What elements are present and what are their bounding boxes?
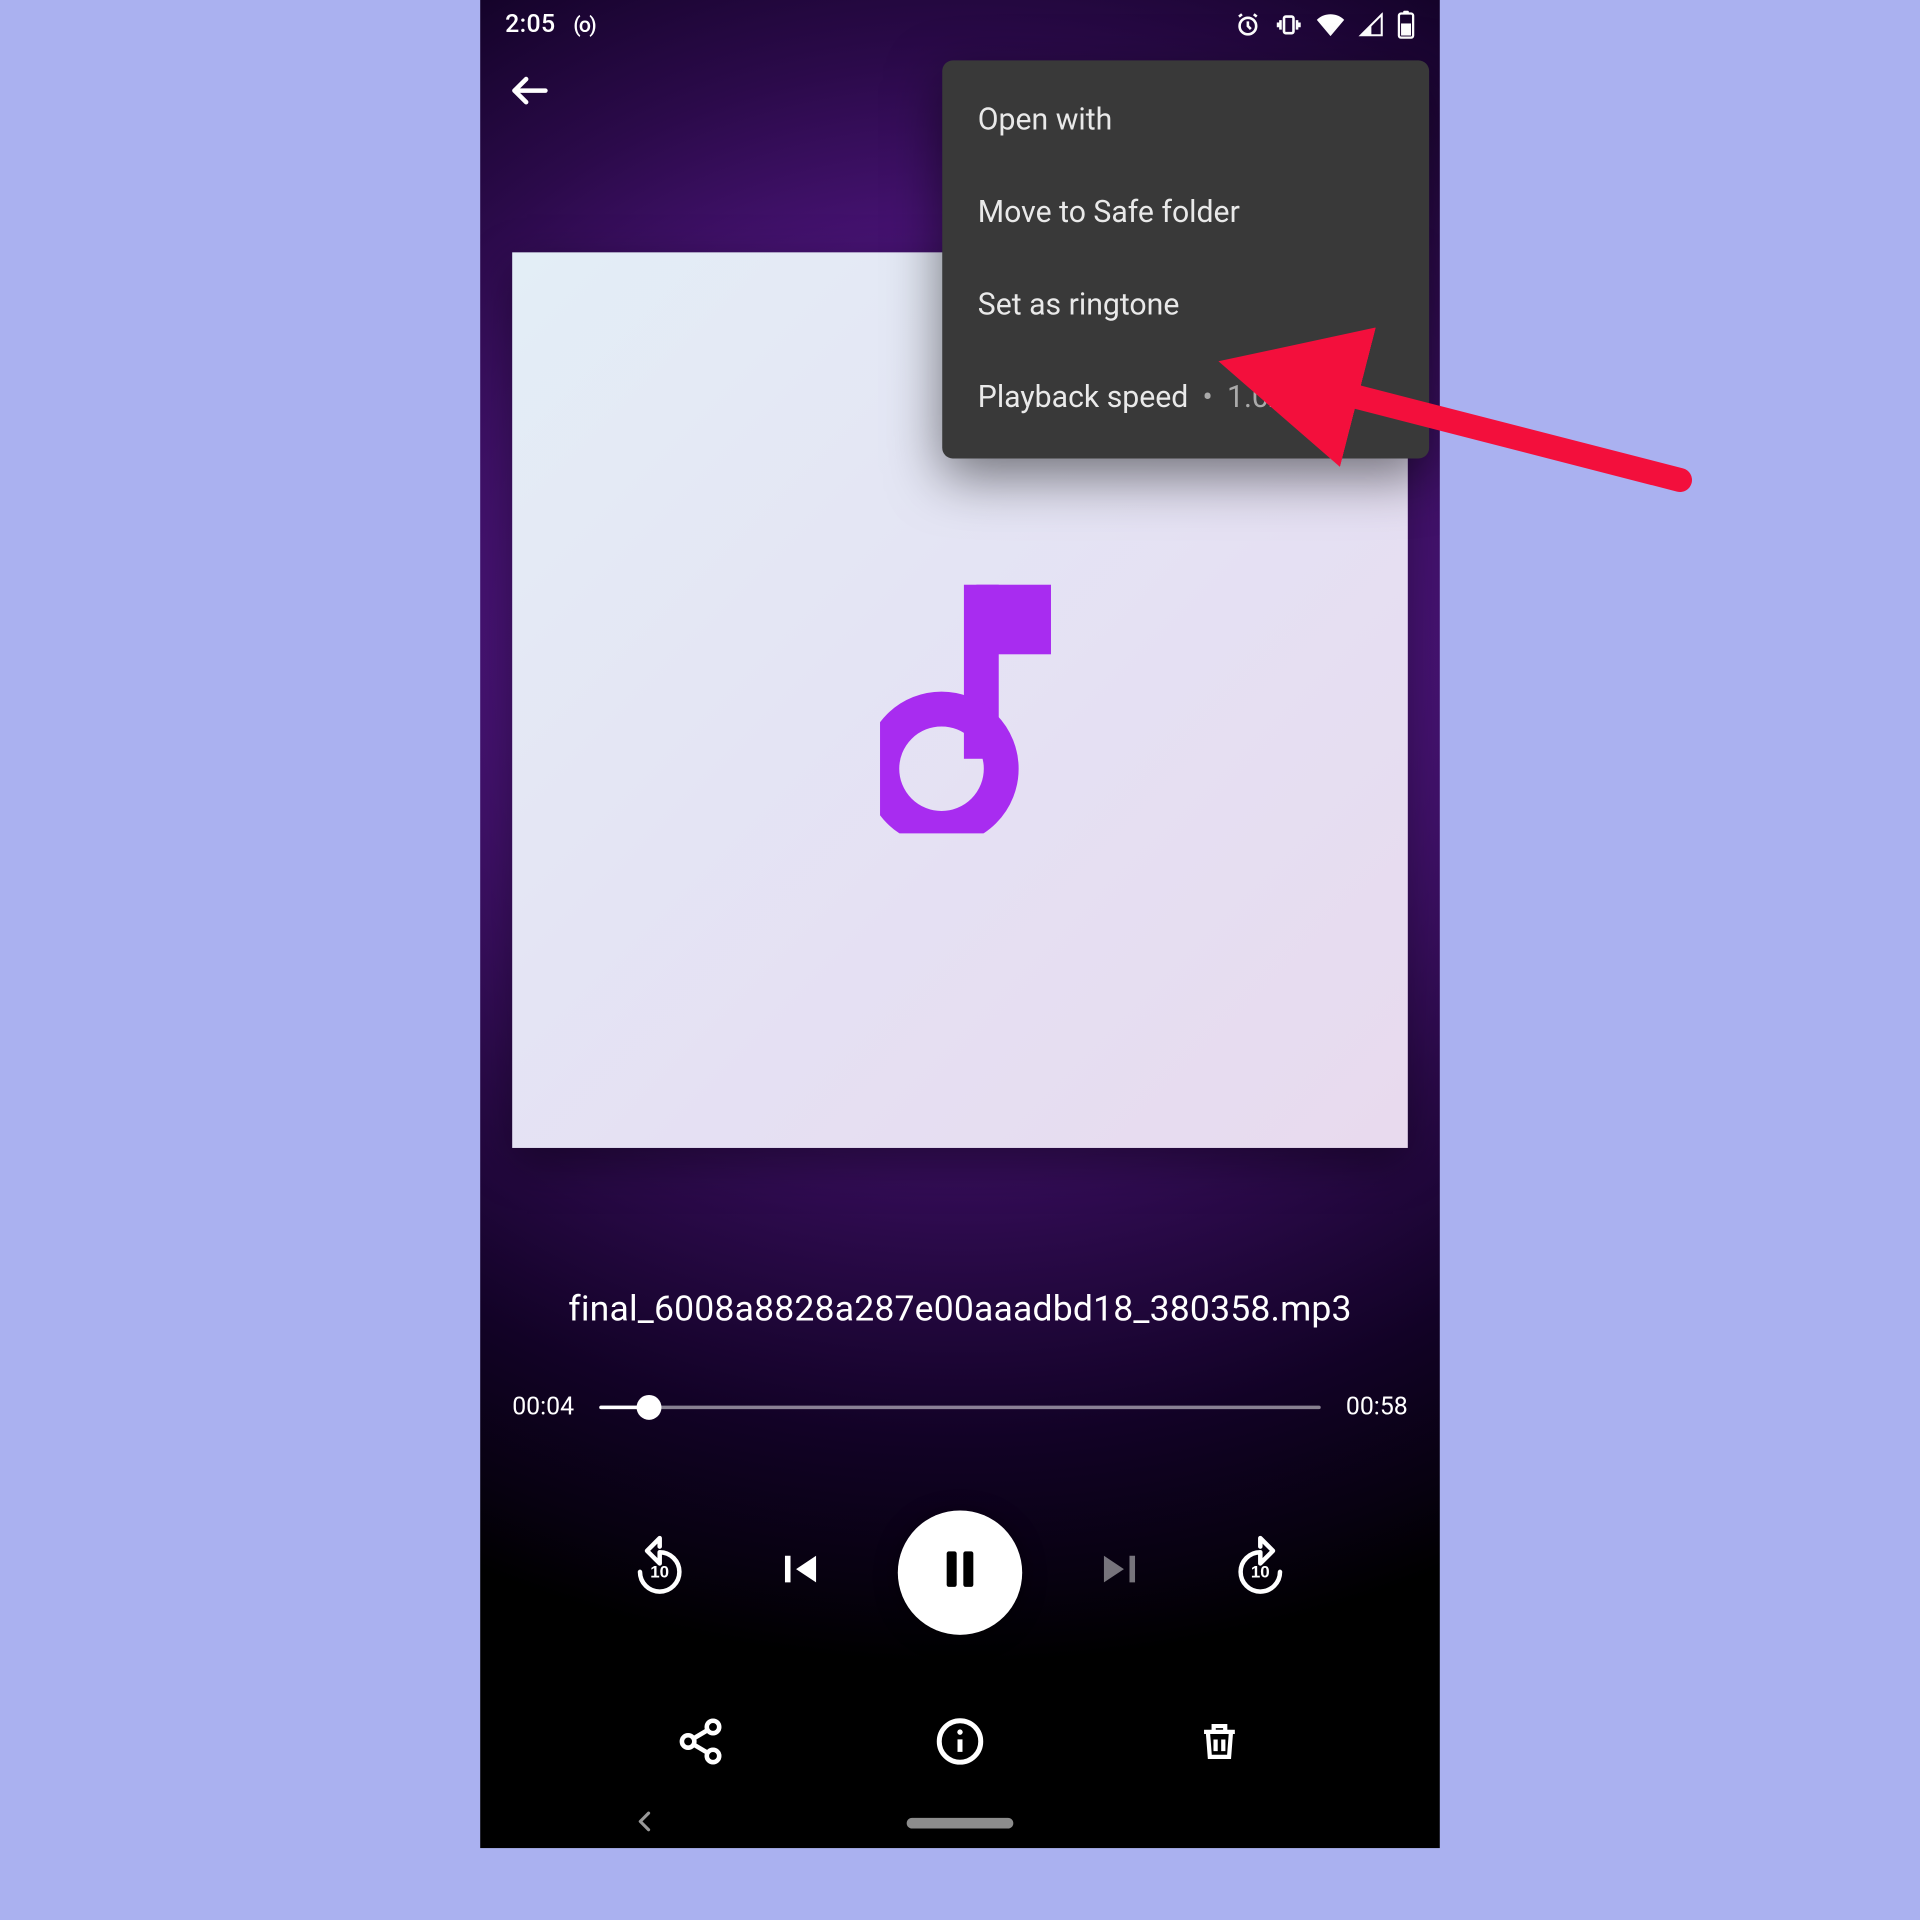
phone-frame: 2:05 (o) [480,0,1440,1848]
delete-button[interactable] [1180,1706,1258,1784]
info-icon [935,1717,985,1774]
menu-open-with[interactable]: Open with [942,75,1429,167]
share-icon [676,1717,726,1774]
arrow-left-icon [507,68,553,121]
cellular-icon [1358,12,1385,37]
menu-item-label: Move to Safe folder [978,195,1240,231]
forward-10-icon: 10 [1227,1535,1295,1610]
menu-move-to-safe-folder[interactable]: Move to Safe folder [942,167,1429,259]
status-time: 2:05 [505,11,555,39]
transport-controls: 10 [480,1510,1440,1634]
elapsed-time: 00:04 [512,1393,574,1421]
seek-bar-region: 00:04 00:58 [512,1393,1408,1421]
separator-dot: • [1203,380,1213,416]
music-note-icon [880,585,1040,816]
menu-item-value: 1.0x [1227,380,1284,416]
android-nav-bar [480,1798,1440,1848]
next-track-button[interactable] [1083,1534,1161,1612]
share-button[interactable] [661,1706,739,1784]
replay-10-icon: 10 [626,1535,694,1610]
wifi-icon [1315,12,1345,37]
back-button[interactable] [491,55,569,133]
skip-previous-icon [772,1542,825,1602]
track-title: final_6008a8828a287e00aaadbd18_380358.mp… [480,1287,1440,1330]
seek-thumb[interactable] [637,1395,662,1420]
battery-icon [1397,11,1415,39]
forward-10-button[interactable]: 10 [1221,1534,1299,1612]
info-button[interactable] [921,1706,999,1784]
trash-icon [1196,1717,1242,1774]
menu-item-label: Playback speed [978,380,1189,416]
menu-set-as-ringtone[interactable]: Set as ringtone [942,259,1429,351]
total-time: 00:58 [1346,1393,1408,1421]
alarm-icon [1234,11,1262,39]
seek-rail [599,1406,1321,1410]
skip-next-icon [1095,1542,1148,1602]
play-pause-button[interactable] [898,1510,1022,1634]
svg-text:10: 10 [650,1563,669,1582]
recording-indicator-icon: (o) [573,12,595,37]
seek-bar[interactable] [599,1395,1321,1420]
nav-home-pill[interactable] [907,1818,1014,1829]
overflow-menu: Open with Move to Safe folder Set as rin… [942,60,1429,458]
svg-text:10: 10 [1251,1563,1270,1582]
menu-playback-speed[interactable]: Playback speed • 1.0x [942,352,1429,444]
menu-item-label: Set as ringtone [978,288,1180,324]
status-bar: 2:05 (o) [480,0,1440,50]
rewind-10-button[interactable]: 10 [621,1534,699,1612]
pause-icon [933,1542,986,1602]
previous-track-button[interactable] [759,1534,837,1612]
bottom-actions [480,1706,1440,1784]
vibrate-icon [1275,11,1303,39]
menu-item-label: Open with [978,103,1113,139]
nav-back-icon[interactable] [633,1806,658,1840]
